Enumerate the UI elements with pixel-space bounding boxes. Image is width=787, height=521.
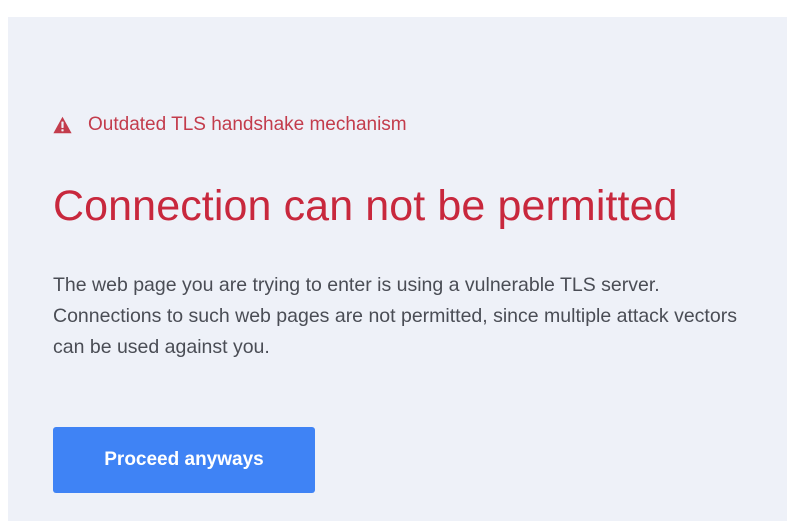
page-title: Connection can not be permitted [53, 182, 678, 230]
warning-line: Outdated TLS handshake mechanism [53, 113, 407, 137]
warning-text: Outdated TLS handshake mechanism [88, 114, 407, 135]
proceed-anyways-button[interactable]: Proceed anyways [53, 427, 315, 493]
warning-triangle-icon [53, 116, 72, 134]
error-panel: Outdated TLS handshake mechanism Connect… [8, 17, 787, 521]
error-description: The web page you are trying to enter is … [53, 274, 737, 358]
